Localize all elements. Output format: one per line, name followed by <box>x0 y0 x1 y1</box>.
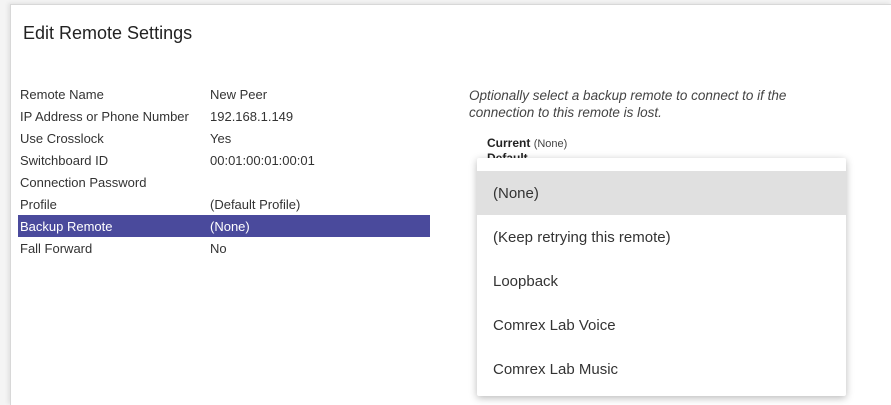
setting-row-backup-remote[interactable]: Backup Remote (None) <box>18 215 430 237</box>
settings-list: Remote Name New Peer IP Address or Phone… <box>18 83 430 259</box>
dropdown-option-comrex-lab-music[interactable]: Comrex Lab Music <box>477 347 846 391</box>
setting-label: IP Address or Phone Number <box>20 108 189 124</box>
dropdown-option-keep-retrying[interactable]: (Keep retrying this remote) <box>477 215 846 259</box>
setting-row-profile[interactable]: Profile (Default Profile) <box>18 193 430 215</box>
current-label: Current <box>487 136 531 150</box>
current-value: (None) <box>533 138 568 150</box>
setting-value: New Peer <box>210 86 268 102</box>
setting-label: Fall Forward <box>20 240 93 256</box>
setting-value: 00:01:00:01:00:01 <box>210 152 315 168</box>
dropdown-option-loopback[interactable]: Loopback <box>477 259 846 303</box>
backup-remote-dropdown[interactable]: (None) (Keep retrying this remote) Loopb… <box>477 158 846 396</box>
setting-value: 192.168.1.149 <box>210 108 294 124</box>
setting-value: (Default Profile) <box>210 196 301 212</box>
dropdown-option-comrex-lab-voice[interactable]: Comrex Lab Voice <box>477 303 846 347</box>
dropdown-option-none[interactable]: (None) <box>477 171 846 215</box>
setting-label: Use Crosslock <box>20 130 104 146</box>
setting-row-connection-password[interactable]: Connection Password <box>18 171 430 193</box>
current-backup: Current (None) <box>487 136 567 150</box>
setting-value: Yes <box>210 130 232 146</box>
setting-label: Remote Name <box>20 86 104 102</box>
setting-row-fall-forward[interactable]: Fall Forward No <box>18 237 430 259</box>
backup-help-text: Optionally select a backup remote to con… <box>469 88 787 120</box>
setting-label: Profile <box>20 196 57 212</box>
page-title: Edit Remote Settings <box>23 23 193 43</box>
setting-value: No <box>210 240 227 256</box>
setting-row-remote-name[interactable]: Remote Name New Peer <box>18 83 430 105</box>
setting-label: Switchboard ID <box>20 152 109 168</box>
setting-label: Connection Password <box>20 174 147 190</box>
setting-row-ip-address[interactable]: IP Address or Phone Number 192.168.1.149 <box>18 105 430 127</box>
setting-label: Backup Remote <box>20 218 113 234</box>
setting-row-switchboard-id[interactable]: Switchboard ID 00:01:00:01:00:01 <box>18 149 430 171</box>
setting-value: (None) <box>210 218 250 234</box>
setting-row-use-crosslock[interactable]: Use Crosslock Yes <box>18 127 430 149</box>
